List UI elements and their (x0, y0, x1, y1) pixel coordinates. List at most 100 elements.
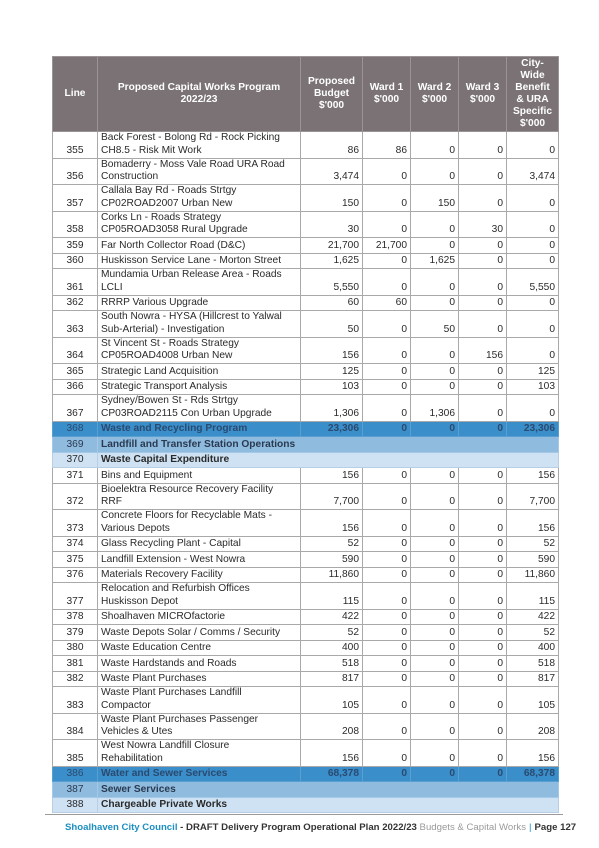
cell-ward3: 0 (458, 535, 507, 552)
cell-citywide: 0 (506, 336, 559, 364)
cell-line: 361 (52, 268, 98, 296)
table-row: 374 Glass Recycling Plant - Capital 52 0 0 0 5… (52, 535, 559, 552)
cell-description: Bins and Equipment (97, 467, 301, 484)
cell-budget: 103 (300, 378, 363, 395)
table-row: 385 West Nowra Landfill Closure Rehabilita… (52, 739, 559, 767)
cell-ward2: 0 (410, 624, 459, 641)
cell-citywide: 0 (506, 210, 559, 238)
cell-description: Callala Bay Rd - Roads Strtgy CP02ROAD200… (97, 184, 301, 212)
cell-ward2: 0 (410, 157, 459, 185)
header-text-line: Wide (520, 70, 545, 81)
cell-line: 380 (52, 639, 98, 656)
description-line: Waste Capital Expenditure (101, 454, 230, 466)
cell-ward3: 0 (458, 394, 507, 422)
cell-ward3: 0 (458, 157, 507, 185)
description-line: LCLI (101, 281, 123, 293)
cell-line: 373 (52, 509, 98, 537)
cell-description: Materials Recovery Facility (97, 566, 301, 583)
cell-ward2: 0 (410, 535, 459, 552)
cell-budget: 156 (300, 739, 363, 767)
cell-budget: 150 (300, 184, 363, 212)
cell-ward3: 0 (458, 482, 507, 510)
cell-ward1: 0 (362, 210, 411, 238)
cell-description: Waste Plant Purchases (97, 670, 301, 687)
header-ward3: Ward 3 $'000 (458, 56, 507, 132)
footer-separator: | (529, 822, 532, 833)
cell-description: Bioelektra Resource Recovery Facility RRF (97, 482, 301, 510)
description-line: Bins and Equipment (101, 469, 193, 481)
header-text-line: Benefit (515, 82, 550, 93)
cell-citywide: 208 (506, 712, 559, 740)
cell-ward2: 0 (410, 131, 459, 159)
cell-ward1: 0 (362, 582, 411, 610)
table-row: 358 Corks Ln - Roads Strategy CP05ROAD3058… (52, 210, 559, 238)
cell-ward2: 0 (410, 551, 459, 568)
table-row: 357 Callala Bay Rd - Roads Strtgy CP02ROAD… (52, 184, 559, 212)
table-row: 367 Sydney/Bowen St - Rds Strtgy CP03ROAD2… (52, 394, 559, 422)
cell-line: 382 (52, 670, 98, 687)
table-row: 382 Waste Plant Purchases 817 0 0 0 817 (52, 670, 559, 687)
cell-line: 386 (52, 765, 98, 782)
cell-line: 360 (52, 252, 98, 269)
cell-description: West Nowra Landfill Closure Rehabilitatio… (97, 739, 301, 767)
cell-budget: 60 (300, 294, 363, 311)
table-row: 383 Waste Plant Purchases Landfill Compact… (52, 686, 559, 714)
cell-description: Waste and Recycling Program (97, 420, 301, 437)
cell-line: 365 (52, 363, 98, 380)
service-row: 369 Landfill and Transfer Station Operati… (52, 436, 559, 453)
cell-ward1: 0 (362, 765, 411, 782)
cell-ward1: 0 (362, 535, 411, 552)
cell-ward3: 0 (458, 131, 507, 159)
cell-ward3: 156 (458, 336, 507, 364)
cell-description: Mundamia Urban Release Area - Roads LCLI (97, 268, 301, 296)
cell-ward2: 0 (410, 467, 459, 484)
description-line: Far North Collector Road (D&C) (101, 239, 246, 251)
cell-ward3: 0 (458, 294, 507, 311)
table-row: 380 Waste Education Centre 400 0 0 0 400 (52, 639, 559, 656)
header-text-line: $'000 (373, 94, 400, 105)
cell-ward2: 0 (410, 509, 459, 537)
table-row: 365 Strategic Land Acquisition 125 0 0 0 125 (52, 363, 559, 380)
description-line: Shoalhaven MICROfactorie (101, 611, 226, 623)
cell-citywide: 0 (506, 184, 559, 212)
table-row: 377 Relocation and Refurbish Offices Huski… (52, 582, 559, 610)
cell-citywide: 590 (506, 551, 559, 568)
header-text-line: Proposed (308, 76, 355, 87)
cell-citywide: 817 (506, 670, 559, 687)
description-line: CP03ROAD2115 Con Urban Upgrade (101, 407, 272, 419)
table-row: 364 St Vincent St - Roads Strategy CP05ROA… (52, 336, 559, 364)
cell-citywide: 156 (506, 509, 559, 537)
cell-ward3: 0 (458, 582, 507, 610)
cell-budget: 68,378 (300, 765, 363, 782)
description-line: Chargeable Private Works (101, 799, 228, 811)
header-program: Proposed Capital Works Program 2022/23 (97, 56, 301, 132)
cell-ward3: 0 (458, 655, 507, 672)
page-footer: Shoalhaven City Council - DRAFT Delivery… (65, 822, 576, 833)
cell-line: 366 (52, 378, 98, 395)
footer-section: Budgets & Capital Works (419, 822, 527, 833)
footer-page-number: Page 127 (534, 822, 577, 833)
cell-ward3: 0 (458, 639, 507, 656)
cell-citywide: 52 (506, 535, 559, 552)
cell-ward1: 0 (362, 363, 411, 380)
description-line: Waste Plant Purchases Landfill (101, 687, 242, 699)
cell-citywide: 125 (506, 363, 559, 380)
cell-citywide: 7,700 (506, 482, 559, 510)
cell-budget: 518 (300, 655, 363, 672)
cell-ward1: 0 (362, 655, 411, 672)
cell-line: 364 (52, 336, 98, 364)
cell-ward3: 0 (458, 237, 507, 254)
description-line: CP05ROAD3058 Rural Upgrade (101, 224, 248, 236)
header-budget: Proposed Budget $'000 (300, 56, 363, 132)
cell-ward1: 0 (362, 336, 411, 364)
table-row: 376 Materials Recovery Facility 11,860 0 0 0 1… (52, 566, 559, 583)
cell-line: 368 (52, 420, 98, 437)
service-row: 387 Sewer Services (52, 781, 559, 798)
cell-ward1: 86 (362, 131, 411, 159)
table-row: 362 RRRP Various Upgrade 60 60 0 0 0 (52, 294, 559, 311)
description-line: CP05ROAD4008 Urban New (101, 350, 233, 362)
cell-description: Sydney/Bowen St - Rds Strtgy CP03ROAD2115… (97, 394, 301, 422)
cell-ward2: 0 (410, 655, 459, 672)
cell-citywide: 68,378 (506, 765, 559, 782)
cell-budget: 3,474 (300, 157, 363, 185)
